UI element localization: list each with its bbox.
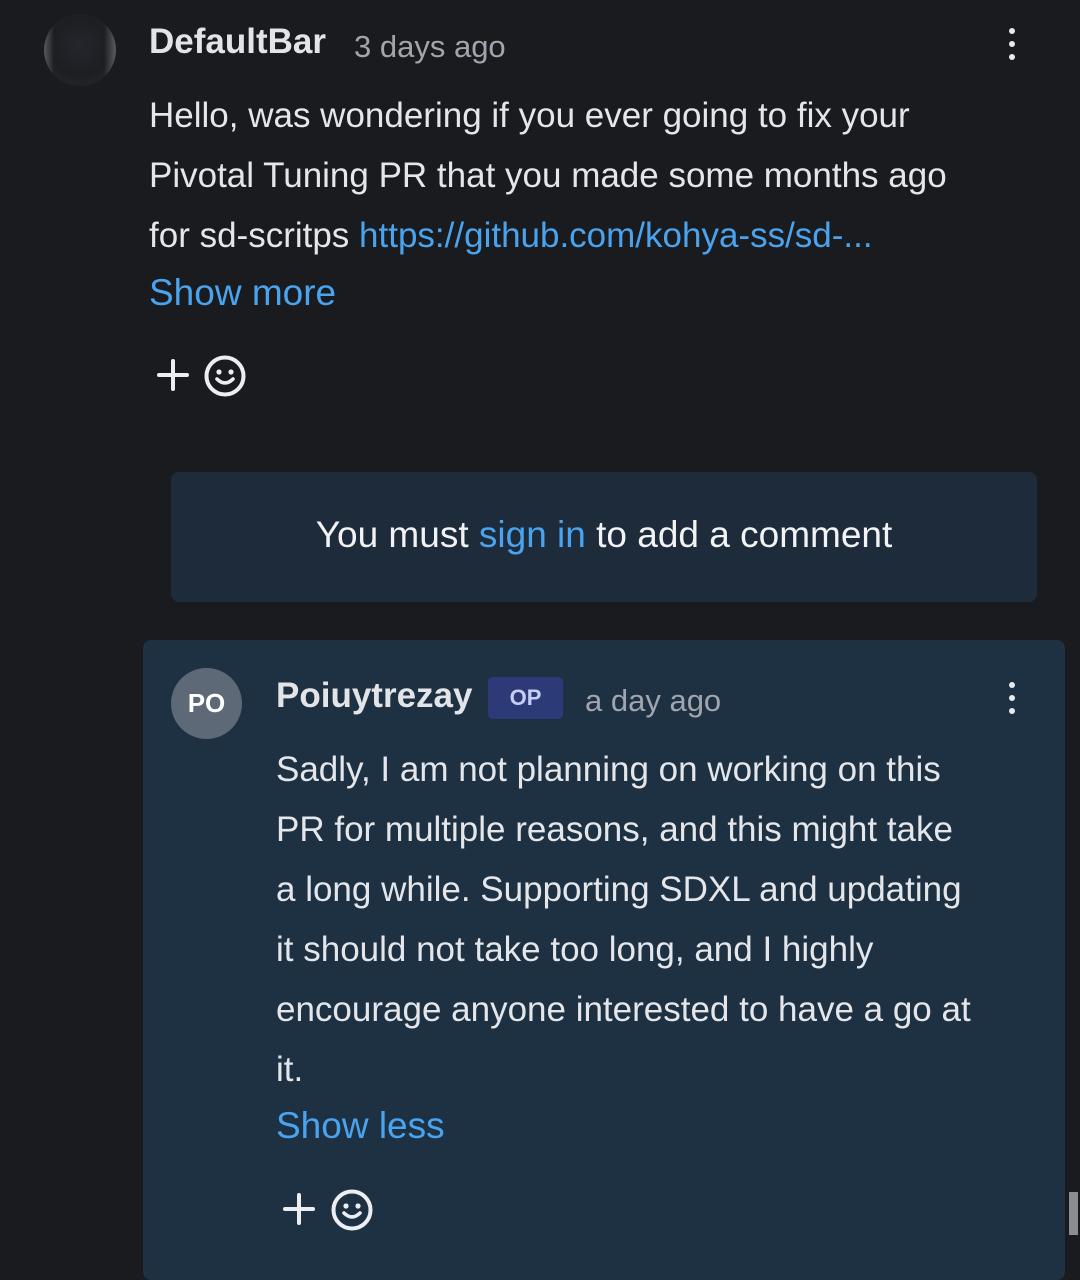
signin-prompt: You must sign in to add a comment [171,472,1037,602]
comment-line: it should not take too long, and I highl… [276,930,874,969]
comment-body: Hello, was wondering if you ever going t… [149,86,947,266]
show-more-button[interactable]: Show more [149,272,336,314]
more-vert-icon[interactable] [1004,24,1020,64]
show-less-button[interactable]: Show less [276,1105,445,1147]
comment-author[interactable]: DefaultBar [149,22,326,62]
comment-line: Hello, was wondering if you ever going t… [149,96,910,135]
comment-body: Sadly, I am not planning on working on t… [276,740,971,1100]
signin-prefix: You must [315,514,479,555]
comment-line: it. [276,1050,304,1089]
signin-text: You must sign in to add a comment [171,514,1037,556]
github-link[interactable]: https://github.com/kohya-ss/sd-... [359,216,873,255]
comment-line-text: for sd-scritps [149,216,360,255]
comment-line: encourage anyone interested to have a go… [276,990,971,1029]
comment-line: Sadly, I am not planning on working on t… [276,750,941,789]
more-vert-icon[interactable] [1004,678,1020,718]
comment-timestamp[interactable]: 3 days ago [354,29,506,65]
signin-suffix: to add a comment [585,514,893,555]
comment-line: PR for multiple reasons, and this might … [276,810,953,849]
smiley-icon[interactable] [330,1188,374,1232]
plus-icon[interactable] [283,1193,317,1227]
op-badge: OP [488,677,563,719]
smiley-icon[interactable] [203,354,247,398]
comment-line: for sd-scritps https://github.com/kohya-… [149,206,947,266]
comment-author[interactable]: Poiuytrezay [276,676,472,716]
avatar-initials: PO [187,688,226,718]
comment-line: a long while. Supporting SDXL and updati… [276,870,962,909]
comment-line: Pivotal Tuning PR that you made some mon… [149,156,947,195]
comment-timestamp[interactable]: a day ago [585,683,721,719]
user-avatar[interactable] [44,14,116,86]
plus-icon[interactable] [157,359,191,393]
scrollbar-thumb[interactable] [1069,1192,1078,1235]
sign-in-link[interactable]: sign in [479,514,586,555]
user-avatar[interactable]: PO [171,668,242,739]
